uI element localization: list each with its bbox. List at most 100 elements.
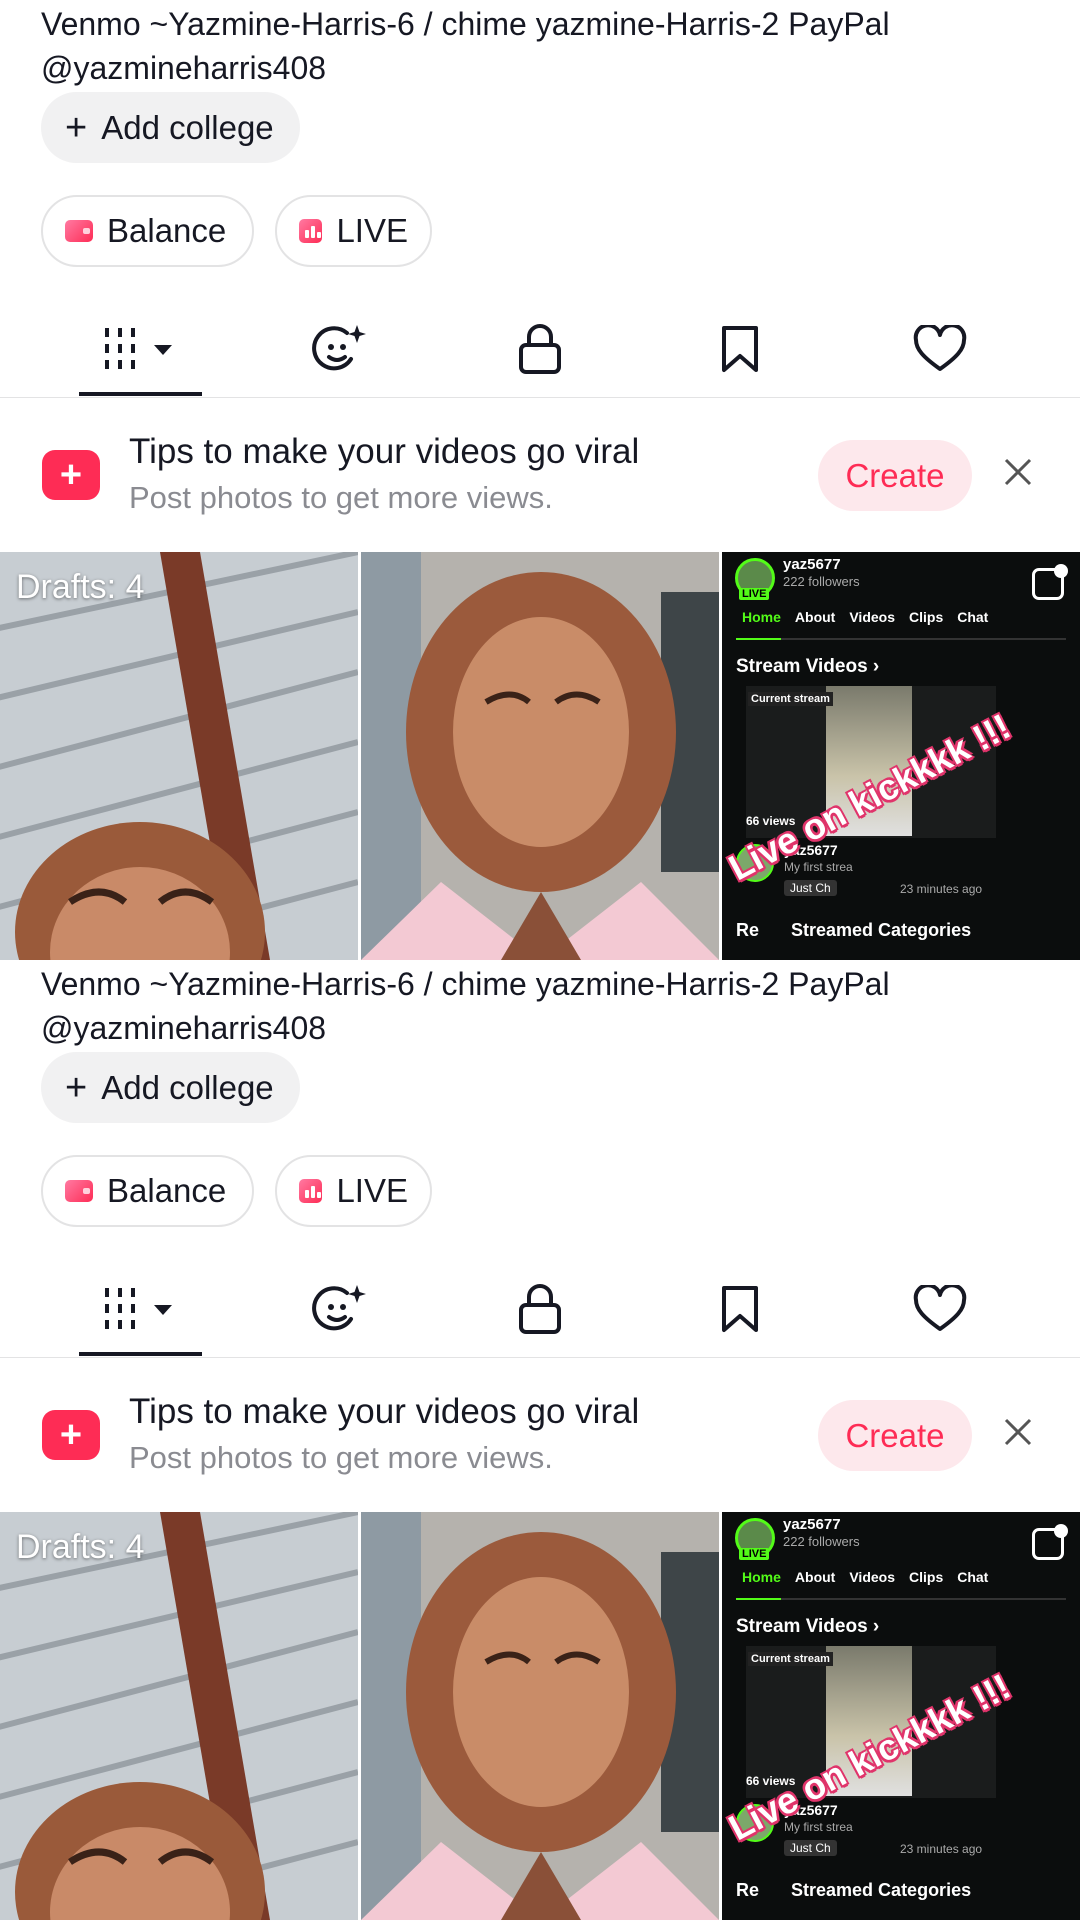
live-stream-thumbnail[interactable]: LIVE yaz5677 222 followers Home About Vi…	[722, 1512, 1080, 1920]
lock-icon	[519, 1284, 561, 1334]
close-icon[interactable]	[998, 452, 1038, 492]
heart-icon	[913, 1285, 967, 1331]
recent-categories: Re Streamed Categories	[736, 920, 971, 941]
nav-divider	[736, 1598, 1066, 1600]
multi-photo-icon	[1032, 564, 1068, 600]
profile-bio: Venmo ~Yazmine-Harris-6 / chime yazmine-…	[41, 962, 1041, 1050]
grid-lines-icon	[105, 1288, 172, 1329]
live-badge: LIVE	[739, 588, 770, 600]
tab-liked[interactable]	[875, 1260, 1005, 1358]
channel-nav-clips: Clips	[909, 609, 944, 625]
drafts-thumbnail[interactable]: Drafts: 4	[0, 1512, 358, 1920]
video-thumbnail[interactable]	[361, 552, 719, 960]
create-plus-icon: +	[42, 450, 100, 500]
plus-icon: +	[65, 1066, 88, 1109]
bookmark-icon	[722, 326, 758, 372]
create-button[interactable]: Create	[818, 440, 972, 511]
profile-bio: Venmo ~Yazmine-Harris-6 / chime yazmine-…	[41, 2, 1041, 90]
create-plus-icon: +	[42, 1410, 100, 1460]
streamer-username: yaz5677	[783, 1516, 841, 1533]
stream-category: Just Ch	[784, 1840, 837, 1856]
channel-nav-home: Home	[742, 1569, 781, 1585]
channel-nav-about: About	[794, 1569, 836, 1585]
tab-private[interactable]	[475, 300, 605, 398]
tab-reposts[interactable]	[275, 1260, 405, 1358]
bio-line: Venmo ~Yazmine-Harris-6 / chime yazmine-…	[41, 6, 890, 42]
video-grid: Drafts: 4 LIVE yaz5677 222 followers Hom…	[0, 1512, 1080, 1920]
video-photo	[361, 1512, 719, 1920]
streamer-followers: 222 followers	[783, 1534, 860, 1549]
live-label: LIVE	[336, 1172, 408, 1209]
live-button[interactable]: LIVE	[275, 195, 432, 267]
tips-subtitle: Post photos to get more views.	[129, 1440, 553, 1475]
stream-videos-heading: Stream Videos ›	[736, 656, 880, 677]
balance-button[interactable]: Balance	[41, 195, 254, 267]
stream-time-ago: 23 minutes ago	[900, 882, 983, 896]
active-tab-indicator	[79, 392, 202, 396]
channel-nav-chat: Chat	[957, 1569, 989, 1585]
tab-videos[interactable]	[75, 1260, 205, 1358]
current-stream-tag: Current stream	[748, 692, 833, 706]
drafts-count: Drafts: 4	[16, 1528, 145, 1566]
active-tab-indicator	[79, 1352, 202, 1356]
streamer-followers: 222 followers	[783, 574, 860, 589]
stream-videos-heading: Stream Videos ›	[736, 1616, 880, 1637]
channel-nav: Home About Videos Clips Chat	[742, 1569, 988, 1585]
bio-handle: @yazmineharris408	[41, 50, 327, 86]
live-button[interactable]: LIVE	[275, 1155, 432, 1227]
bio-handle: @yazmineharris408	[41, 1010, 327, 1046]
drafts-thumbnail[interactable]: Drafts: 4	[0, 552, 358, 960]
live-analytics-icon	[299, 219, 323, 243]
tips-subtitle: Post photos to get more views.	[129, 480, 553, 515]
sticker-face-icon	[312, 325, 366, 371]
tab-reposts[interactable]	[275, 300, 405, 398]
grid-lines-icon	[105, 328, 172, 369]
balance-label: Balance	[107, 1172, 227, 1209]
tips-title: Tips to make your videos go viral	[129, 432, 640, 471]
heart-icon	[913, 325, 967, 371]
tab-videos[interactable]	[75, 300, 205, 398]
add-college-button[interactable]: + Add college	[41, 1052, 300, 1123]
video-thumbnail[interactable]	[361, 1512, 719, 1920]
drafts-photo	[0, 1512, 358, 1920]
tab-favorites[interactable]	[675, 300, 805, 398]
tips-title: Tips to make your videos go viral	[129, 1392, 640, 1431]
profile-tabs	[0, 300, 1080, 398]
add-college-label: Add college	[101, 1068, 274, 1106]
channel-nav-about: About	[794, 609, 836, 625]
channel-nav-videos: Videos	[849, 609, 895, 625]
live-analytics-icon	[299, 1179, 323, 1203]
tab-liked[interactable]	[875, 300, 1005, 398]
profile-section: Venmo ~Yazmine-Harris-6 / chime yazmine-…	[0, 0, 1080, 960]
lock-icon	[519, 324, 561, 374]
recent-prefix: Re	[736, 1880, 760, 1900]
sticker-face-icon	[312, 1285, 366, 1331]
live-badge: LIVE	[739, 1548, 770, 1560]
balance-label: Balance	[107, 212, 227, 249]
stream-time-ago: 23 minutes ago	[900, 1842, 983, 1856]
channel-nav-home: Home	[742, 609, 781, 625]
nav-divider	[736, 638, 1066, 640]
streamer-username: yaz5677	[783, 556, 841, 573]
channel-nav-clips: Clips	[909, 1569, 944, 1585]
video-photo	[361, 552, 719, 960]
plus-icon: +	[65, 106, 88, 149]
recent-label: Streamed Categories	[791, 1880, 972, 1900]
drafts-photo	[0, 552, 358, 960]
close-icon[interactable]	[998, 1412, 1038, 1452]
create-button[interactable]: Create	[818, 1400, 972, 1471]
tab-favorites[interactable]	[675, 1260, 805, 1358]
channel-nav: Home About Videos Clips Chat	[742, 609, 988, 625]
stream-category: Just Ch	[784, 880, 837, 896]
balance-button[interactable]: Balance	[41, 1155, 254, 1227]
stream-title: My first strea	[784, 860, 853, 874]
bio-line: Venmo ~Yazmine-Harris-6 / chime yazmine-…	[41, 966, 890, 1002]
tab-private[interactable]	[475, 1260, 605, 1358]
profile-tabs	[0, 1260, 1080, 1358]
add-college-button[interactable]: + Add college	[41, 92, 300, 163]
add-college-label: Add college	[101, 108, 274, 146]
wallet-icon	[65, 220, 93, 242]
live-stream-thumbnail[interactable]: LIVE yaz5677 222 followers Home About Vi…	[722, 552, 1080, 960]
live-label: LIVE	[336, 212, 408, 249]
bookmark-icon	[722, 1286, 758, 1332]
